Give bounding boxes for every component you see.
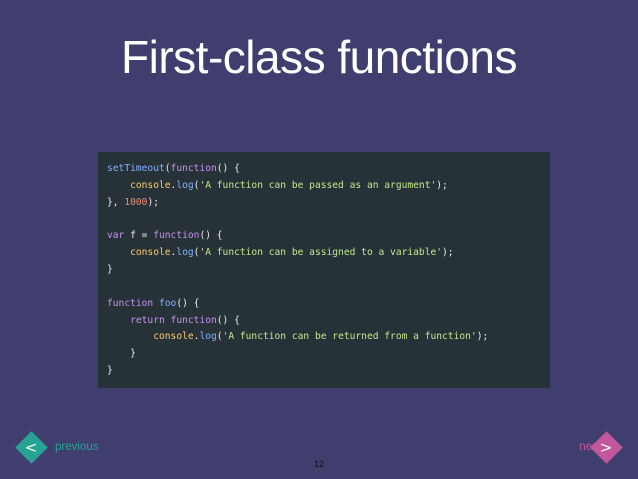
code-token: f = — [124, 230, 154, 242]
code-line: } — [107, 363, 550, 380]
code-token: log — [176, 179, 194, 191]
slide-title: First-class functions — [121, 31, 517, 83]
code-token: () { — [176, 297, 200, 309]
code-token: ); — [442, 247, 454, 259]
code-token: function — [170, 163, 217, 174]
code-block: setTimeout(function() { console.log('A f… — [98, 152, 550, 388]
code-line: }, 1000); — [107, 195, 550, 212]
code-token: 1000 — [124, 196, 148, 208]
code-token: } — [107, 264, 113, 276]
code-token: console — [153, 331, 194, 343]
code-token: ); — [147, 196, 159, 208]
code-line: } — [107, 262, 550, 279]
code-token: ); — [436, 179, 448, 191]
code-token: } — [107, 365, 113, 377]
code-token: function — [107, 297, 154, 309]
code-token: 'A function can be returned from a funct… — [222, 331, 477, 343]
code-line: var f = function() { — [107, 228, 550, 245]
code-token: return — [130, 314, 165, 326]
code-token: log — [199, 331, 217, 343]
code-token: () { — [216, 163, 240, 174]
code-token: setTimeout — [107, 163, 165, 174]
code-line: } — [107, 346, 550, 363]
code-line: console.log('A function can be returned … — [107, 329, 550, 346]
code-token: function — [170, 314, 217, 326]
code-token: console — [130, 179, 171, 191]
code-token: ); — [476, 331, 489, 343]
next-symbol: > — [600, 437, 613, 456]
code-line: console.log('A function can be assigned … — [107, 245, 550, 262]
code-token: }, — [107, 196, 125, 208]
code-token: } — [130, 348, 136, 360]
code-token: foo — [159, 297, 177, 309]
code-token: var — [107, 230, 125, 242]
page-number: 12 — [313, 459, 324, 469]
code-token: () { — [199, 230, 223, 242]
code-line: console.log('A function can be passed as… — [107, 178, 550, 195]
code-line: setTimeout(function() { — [107, 161, 550, 178]
code-token: console — [130, 247, 171, 259]
code-line: return function() { — [107, 313, 550, 330]
code-token: 'A function can be assigned to a variabl… — [199, 247, 443, 259]
code-token: 'A function can be passed as an argument… — [199, 179, 437, 191]
code-token: log — [176, 247, 194, 259]
code-token: () { — [216, 314, 240, 326]
previous-label[interactable]: previous — [55, 441, 98, 453]
code-line: function foo() { — [107, 296, 550, 313]
code-token: function — [153, 230, 200, 242]
previous-symbol: < — [25, 437, 38, 456]
